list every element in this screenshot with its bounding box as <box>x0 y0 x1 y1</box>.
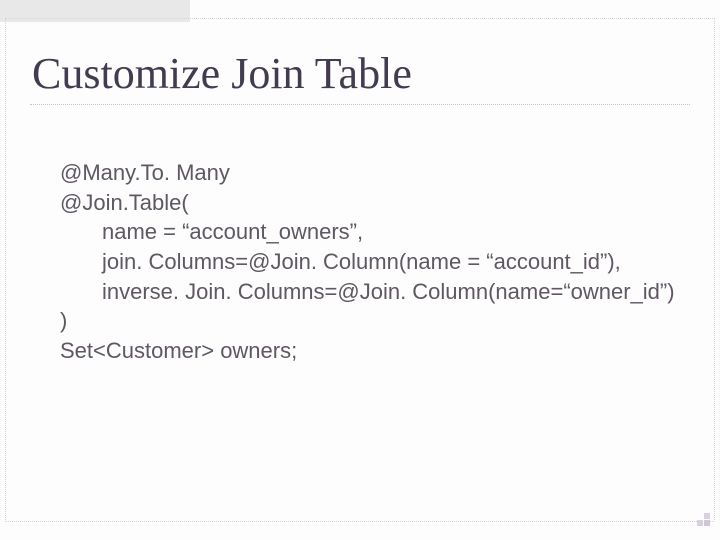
corner-accent-icon <box>696 512 710 526</box>
code-line: @Many.To. Many <box>60 158 690 188</box>
code-line: @Join.Table( <box>60 188 690 218</box>
code-line: ) <box>60 306 690 336</box>
code-line: join. Columns=@Join. Column(name = “acco… <box>60 247 690 277</box>
code-line: inverse. Join. Columns=@Join. Column(nam… <box>60 277 690 307</box>
code-line: name = “account_owners”, <box>60 217 690 247</box>
slide-title: Customize Join Table <box>32 48 412 99</box>
slide: Customize Join Table @Many.To. Many @Joi… <box>0 0 720 540</box>
title-underline <box>30 104 690 105</box>
code-block: @Many.To. Many @Join.Table( name = “acco… <box>60 158 690 366</box>
code-line: Set<Customer> owners; <box>60 336 690 366</box>
